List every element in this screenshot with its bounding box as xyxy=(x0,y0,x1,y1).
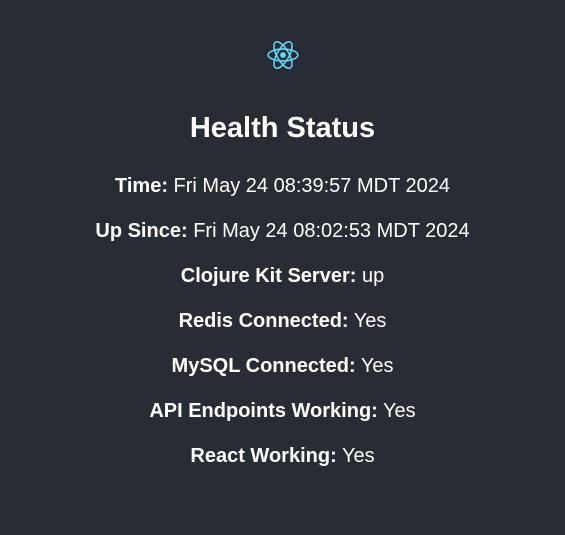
status-value: Yes xyxy=(360,355,394,377)
status-value: up xyxy=(361,265,385,287)
status-row-mysql: MySQL Connected: Yes xyxy=(0,352,565,397)
status-value: Yes xyxy=(383,400,416,422)
status-row-time: Time: Fri May 24 08:39:57 MDT 2024 xyxy=(0,172,565,217)
status-row-up-since: Up Since: Fri May 24 08:02:53 MDT 2024 xyxy=(0,217,565,262)
status-label: Up Since: xyxy=(95,220,188,242)
page-title: Health Status xyxy=(189,112,376,144)
status-row-react: React Working: Yes xyxy=(0,442,565,487)
react-atom-icon xyxy=(266,40,299,70)
status-row-server: Clojure Kit Server: up xyxy=(0,262,565,307)
status-value: Fri May 24 08:02:53 MDT 2024 xyxy=(193,220,470,242)
status-label: Redis Connected: xyxy=(178,310,349,332)
status-value: Yes xyxy=(341,445,375,467)
status-value: Yes xyxy=(353,310,387,332)
status-label: React Working: xyxy=(190,445,337,467)
status-value: Fri May 24 08:39:57 MDT 2024 xyxy=(173,175,450,197)
status-label: MySQL Connected: xyxy=(171,355,356,377)
app-container: Health Status Time: Fri May 24 08:39:57 … xyxy=(0,0,565,535)
status-label: Time: xyxy=(115,175,168,197)
status-list: Time: Fri May 24 08:39:57 MDT 2024 Up Si… xyxy=(0,172,565,487)
status-row-api: API Endpoints Working: Yes xyxy=(0,397,565,442)
status-row-redis: Redis Connected: Yes xyxy=(0,307,565,352)
status-label: API Endpoints Working: xyxy=(149,400,378,422)
status-label: Clojure Kit Server: xyxy=(180,265,357,287)
